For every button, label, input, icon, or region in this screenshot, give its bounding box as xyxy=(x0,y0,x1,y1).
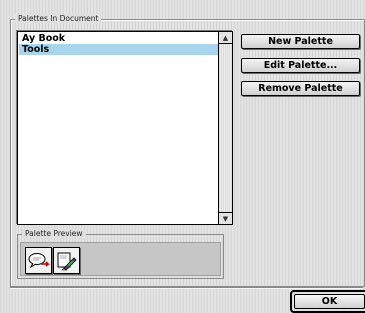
palette-preview-group: Palette Preview xyxy=(17,229,224,279)
remove-palette-button[interactable]: Remove Palette xyxy=(241,81,360,96)
ok-button-default-ring: OK xyxy=(290,290,365,313)
palette-list-items: Ay Book Tools xyxy=(19,33,218,55)
list-item-selected[interactable]: Tools xyxy=(19,44,218,55)
palette-preview-strip xyxy=(20,242,221,276)
pencil-eraser-icon[interactable] xyxy=(53,247,80,274)
list-item[interactable]: Ay Book xyxy=(19,33,218,44)
new-palette-button[interactable]: New Palette xyxy=(241,34,360,49)
edit-palette-button[interactable]: Edit Palette... xyxy=(241,58,360,73)
palette-preview-legend: Palette Preview xyxy=(22,229,86,238)
scroll-up-arrow-icon[interactable]: ▲ xyxy=(219,32,232,44)
palettes-in-document-legend: Palettes In Document xyxy=(15,14,102,23)
speech-bubble-arrow-icon[interactable] xyxy=(25,247,52,274)
bottom-separator xyxy=(10,287,363,289)
palette-list[interactable]: Ay Book Tools ▲ ▼ xyxy=(17,31,233,225)
scroll-down-arrow-icon[interactable]: ▼ xyxy=(219,212,232,224)
list-scrollbar[interactable]: ▲ ▼ xyxy=(218,32,232,224)
ok-button[interactable]: OK xyxy=(294,294,365,309)
